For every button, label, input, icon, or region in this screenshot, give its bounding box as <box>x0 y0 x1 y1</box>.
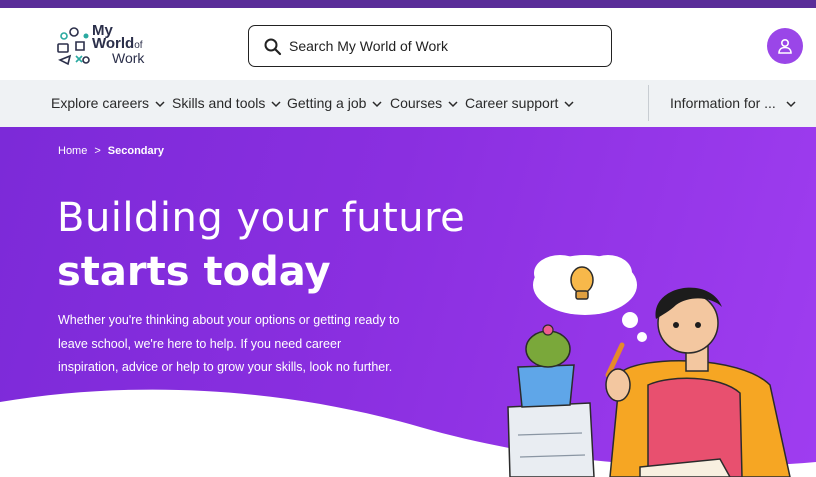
student-illustration <box>507 255 791 477</box>
search-box[interactable] <box>248 25 612 67</box>
search-icon <box>264 38 282 56</box>
search-input[interactable] <box>289 26 599 66</box>
account-button[interactable] <box>767 28 803 64</box>
logo-wordmark: My Worldof Work <box>92 23 145 66</box>
nav-courses[interactable]: Courses <box>390 80 458 127</box>
nav-career-support[interactable]: Career support <box>465 80 574 127</box>
nav-explore-careers[interactable]: Explore careers <box>51 80 165 127</box>
chevron-down-icon <box>786 101 796 108</box>
nav-item-label: Explore careers <box>51 95 150 111</box>
paper-stack-icon <box>507 402 595 477</box>
breadcrumb-current: Secondary <box>107 145 165 157</box>
user-icon <box>778 38 792 54</box>
nav-item-label: Skills and tools <box>172 95 266 111</box>
chevron-down-icon <box>271 101 281 108</box>
nav-item-label: Information for ... <box>670 95 776 111</box>
chevron-down-icon <box>155 101 165 108</box>
career-icons-cluster-icon <box>57 27 90 66</box>
top-accent-bar <box>0 0 816 8</box>
site-header: My Worldof Work <box>0 8 816 80</box>
chevron-down-icon <box>448 101 458 108</box>
hero-intro-text: Whether you're thinking about your optio… <box>58 313 400 374</box>
nav-item-label: Career support <box>465 95 559 111</box>
nav-skills-and-tools[interactable]: Skills and tools <box>172 80 281 127</box>
nav-item-label: Courses <box>390 95 443 111</box>
logo-line-3: Work <box>112 50 145 66</box>
nav-information-for[interactable]: Information for ... <box>670 80 796 127</box>
hero-title-line-2: starts today <box>57 249 331 295</box>
breadcrumb-home-link[interactable]: Home <box>58 145 87 157</box>
breadcrumb: Home > Secondary <box>58 145 164 157</box>
main-nav: Explore careers Skills and tools Getting… <box>0 80 816 127</box>
nav-item-label: Getting a job <box>287 95 367 111</box>
site-logo[interactable]: My Worldof Work <box>56 23 176 70</box>
breadcrumb-separator: > <box>94 145 101 157</box>
hero-banner: Home > Secondary Building your future star… <box>0 127 816 477</box>
nav-getting-a-job[interactable]: Getting a job <box>287 80 382 127</box>
nav-divider <box>648 85 649 121</box>
hero-title-line-1: Building your future <box>57 195 466 241</box>
chevron-down-icon <box>372 101 382 108</box>
chevron-down-icon <box>564 101 574 108</box>
cactus-plant-icon <box>517 324 575 408</box>
